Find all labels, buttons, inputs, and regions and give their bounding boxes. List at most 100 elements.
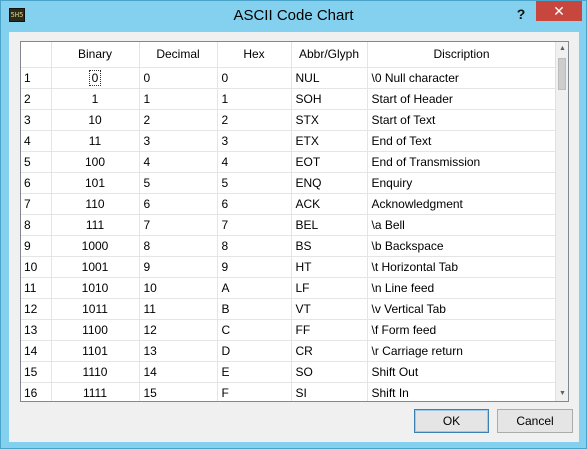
table-row[interactable]: 3 10 2 2 STX Start of Text — [21, 109, 557, 131]
hex-cell[interactable]: 6 — [217, 193, 292, 215]
decimal-cell[interactable]: 8 — [139, 235, 218, 257]
column-header-description[interactable]: Discription — [367, 42, 557, 68]
decimal-cell[interactable]: 4 — [139, 151, 218, 173]
row-number-cell[interactable]: 12 — [21, 298, 52, 320]
table-row[interactable]: 8 111 7 7 BEL \a Bell — [21, 214, 557, 236]
binary-cell[interactable]: 1 — [51, 88, 140, 110]
table-row[interactable]: 10 1001 9 9 HT \t Horizontal Tab — [21, 256, 557, 278]
hex-cell[interactable]: 9 — [217, 256, 292, 278]
table-row[interactable]: 14 1101 13 D CR \r Carriage return — [21, 340, 557, 362]
abbr-cell[interactable]: BEL — [291, 214, 368, 236]
hex-cell[interactable]: 1 — [217, 88, 292, 110]
abbr-cell[interactable]: FF — [291, 319, 368, 341]
hex-cell[interactable]: F — [217, 382, 292, 401]
hex-cell[interactable]: 0 — [217, 67, 292, 89]
description-cell[interactable]: \f Form feed — [367, 319, 557, 341]
binary-cell[interactable]: 110 — [51, 193, 140, 215]
decimal-cell[interactable]: 6 — [139, 193, 218, 215]
row-number-cell[interactable]: 11 — [21, 277, 52, 299]
row-number-cell[interactable]: 14 — [21, 340, 52, 362]
decimal-cell[interactable]: 2 — [139, 109, 218, 131]
binary-cell[interactable]: 10 — [51, 109, 140, 131]
description-cell[interactable]: \r Carriage return — [367, 340, 557, 362]
row-number-cell[interactable]: 6 — [21, 172, 52, 194]
abbr-cell[interactable]: HT — [291, 256, 368, 278]
description-cell[interactable]: \v Vertical Tab — [367, 298, 557, 320]
row-number-cell[interactable]: 5 — [21, 151, 52, 173]
decimal-cell[interactable]: 14 — [139, 361, 218, 383]
column-header-abbr-glyph[interactable]: Abbr/Glyph — [291, 42, 368, 68]
table-row[interactable]: 11 1010 10 A LF \n Line feed — [21, 277, 557, 299]
binary-cell[interactable]: 101 — [51, 172, 140, 194]
help-button[interactable]: ? — [509, 4, 533, 24]
description-cell[interactable]: \b Backspace — [367, 235, 557, 257]
cancel-button[interactable]: Cancel — [497, 409, 573, 433]
abbr-cell[interactable]: ACK — [291, 193, 368, 215]
hex-cell[interactable]: E — [217, 361, 292, 383]
abbr-cell[interactable]: SOH — [291, 88, 368, 110]
table-row[interactable]: 5 100 4 4 EOT End of Transmission — [21, 151, 557, 173]
decimal-cell[interactable]: 11 — [139, 298, 218, 320]
row-number-cell[interactable]: 13 — [21, 319, 52, 341]
abbr-cell[interactable]: STX — [291, 109, 368, 131]
scroll-down-arrow-icon[interactable]: ▼ — [556, 387, 568, 401]
table-row[interactable]: 16 1111 15 F SI Shift In — [21, 382, 557, 401]
description-cell[interactable]: \t Horizontal Tab — [367, 256, 557, 278]
decimal-cell[interactable]: 15 — [139, 382, 218, 401]
row-number-cell[interactable]: 7 — [21, 193, 52, 215]
table-row[interactable]: 6 101 5 5 ENQ Enquiry — [21, 172, 557, 194]
abbr-cell[interactable]: VT — [291, 298, 368, 320]
description-cell[interactable]: \n Line feed — [367, 277, 557, 299]
column-header-binary[interactable]: Binary — [51, 42, 140, 68]
description-cell[interactable]: End of Transmission — [367, 151, 557, 173]
table-row[interactable]: 2 1 1 1 SOH Start of Header — [21, 88, 557, 110]
description-cell[interactable]: Shift In — [367, 382, 557, 401]
hex-cell[interactable]: 2 — [217, 109, 292, 131]
abbr-cell[interactable]: BS — [291, 235, 368, 257]
scroll-up-arrow-icon[interactable]: ▲ — [556, 42, 568, 56]
description-cell[interactable]: Start of Header — [367, 88, 557, 110]
abbr-cell[interactable]: CR — [291, 340, 368, 362]
row-number-cell[interactable]: 4 — [21, 130, 52, 152]
decimal-cell[interactable]: 13 — [139, 340, 218, 362]
abbr-cell[interactable]: LF — [291, 277, 368, 299]
binary-cell[interactable]: 111 — [51, 214, 140, 236]
ascii-table[interactable]: Binary Decimal Hex Abbr/Glyph Discriptio… — [20, 41, 569, 402]
decimal-cell[interactable]: 0 — [139, 67, 218, 89]
row-number-cell[interactable]: 3 — [21, 109, 52, 131]
decimal-cell[interactable]: 12 — [139, 319, 218, 341]
abbr-cell[interactable]: ENQ — [291, 172, 368, 194]
binary-cell[interactable]: 1000 — [51, 235, 140, 257]
decimal-cell[interactable]: 5 — [139, 172, 218, 194]
row-number-cell[interactable]: 2 — [21, 88, 52, 110]
table-row[interactable]: 13 1100 12 C FF \f Form feed — [21, 319, 557, 341]
hex-cell[interactable]: A — [217, 277, 292, 299]
table-row[interactable]: 4 11 3 3 ETX End of Text — [21, 130, 557, 152]
hex-cell[interactable]: 4 — [217, 151, 292, 173]
description-cell[interactable]: \a Bell — [367, 214, 557, 236]
row-number-cell[interactable]: 16 — [21, 382, 52, 401]
hex-cell[interactable]: B — [217, 298, 292, 320]
abbr-cell[interactable]: NUL — [291, 67, 368, 89]
binary-cell[interactable]: 1111 — [51, 382, 140, 401]
table-row[interactable]: 12 1011 11 B VT \v Vertical Tab — [21, 298, 557, 320]
abbr-cell[interactable]: SI — [291, 382, 368, 401]
scrollbar-thumb[interactable] — [558, 58, 566, 90]
hex-cell[interactable]: 7 — [217, 214, 292, 236]
description-cell[interactable]: Start of Text — [367, 109, 557, 131]
row-number-cell[interactable]: 15 — [21, 361, 52, 383]
decimal-cell[interactable]: 10 — [139, 277, 218, 299]
row-number-cell[interactable]: 1 — [21, 67, 52, 89]
table-row[interactable]: 15 1110 14 E SO Shift Out — [21, 361, 557, 383]
description-cell[interactable]: End of Text — [367, 130, 557, 152]
column-header-decimal[interactable]: Decimal — [139, 42, 218, 68]
hex-cell[interactable]: 5 — [217, 172, 292, 194]
description-cell[interactable]: \0 Null character — [367, 67, 557, 89]
binary-cell[interactable]: 1101 — [51, 340, 140, 362]
hex-cell[interactable]: D — [217, 340, 292, 362]
table-row[interactable]: 9 1000 8 8 BS \b Backspace — [21, 235, 557, 257]
description-cell[interactable]: Enquiry — [367, 172, 557, 194]
decimal-cell[interactable]: 1 — [139, 88, 218, 110]
binary-cell[interactable]: 0 — [51, 67, 140, 89]
abbr-cell[interactable]: ETX — [291, 130, 368, 152]
